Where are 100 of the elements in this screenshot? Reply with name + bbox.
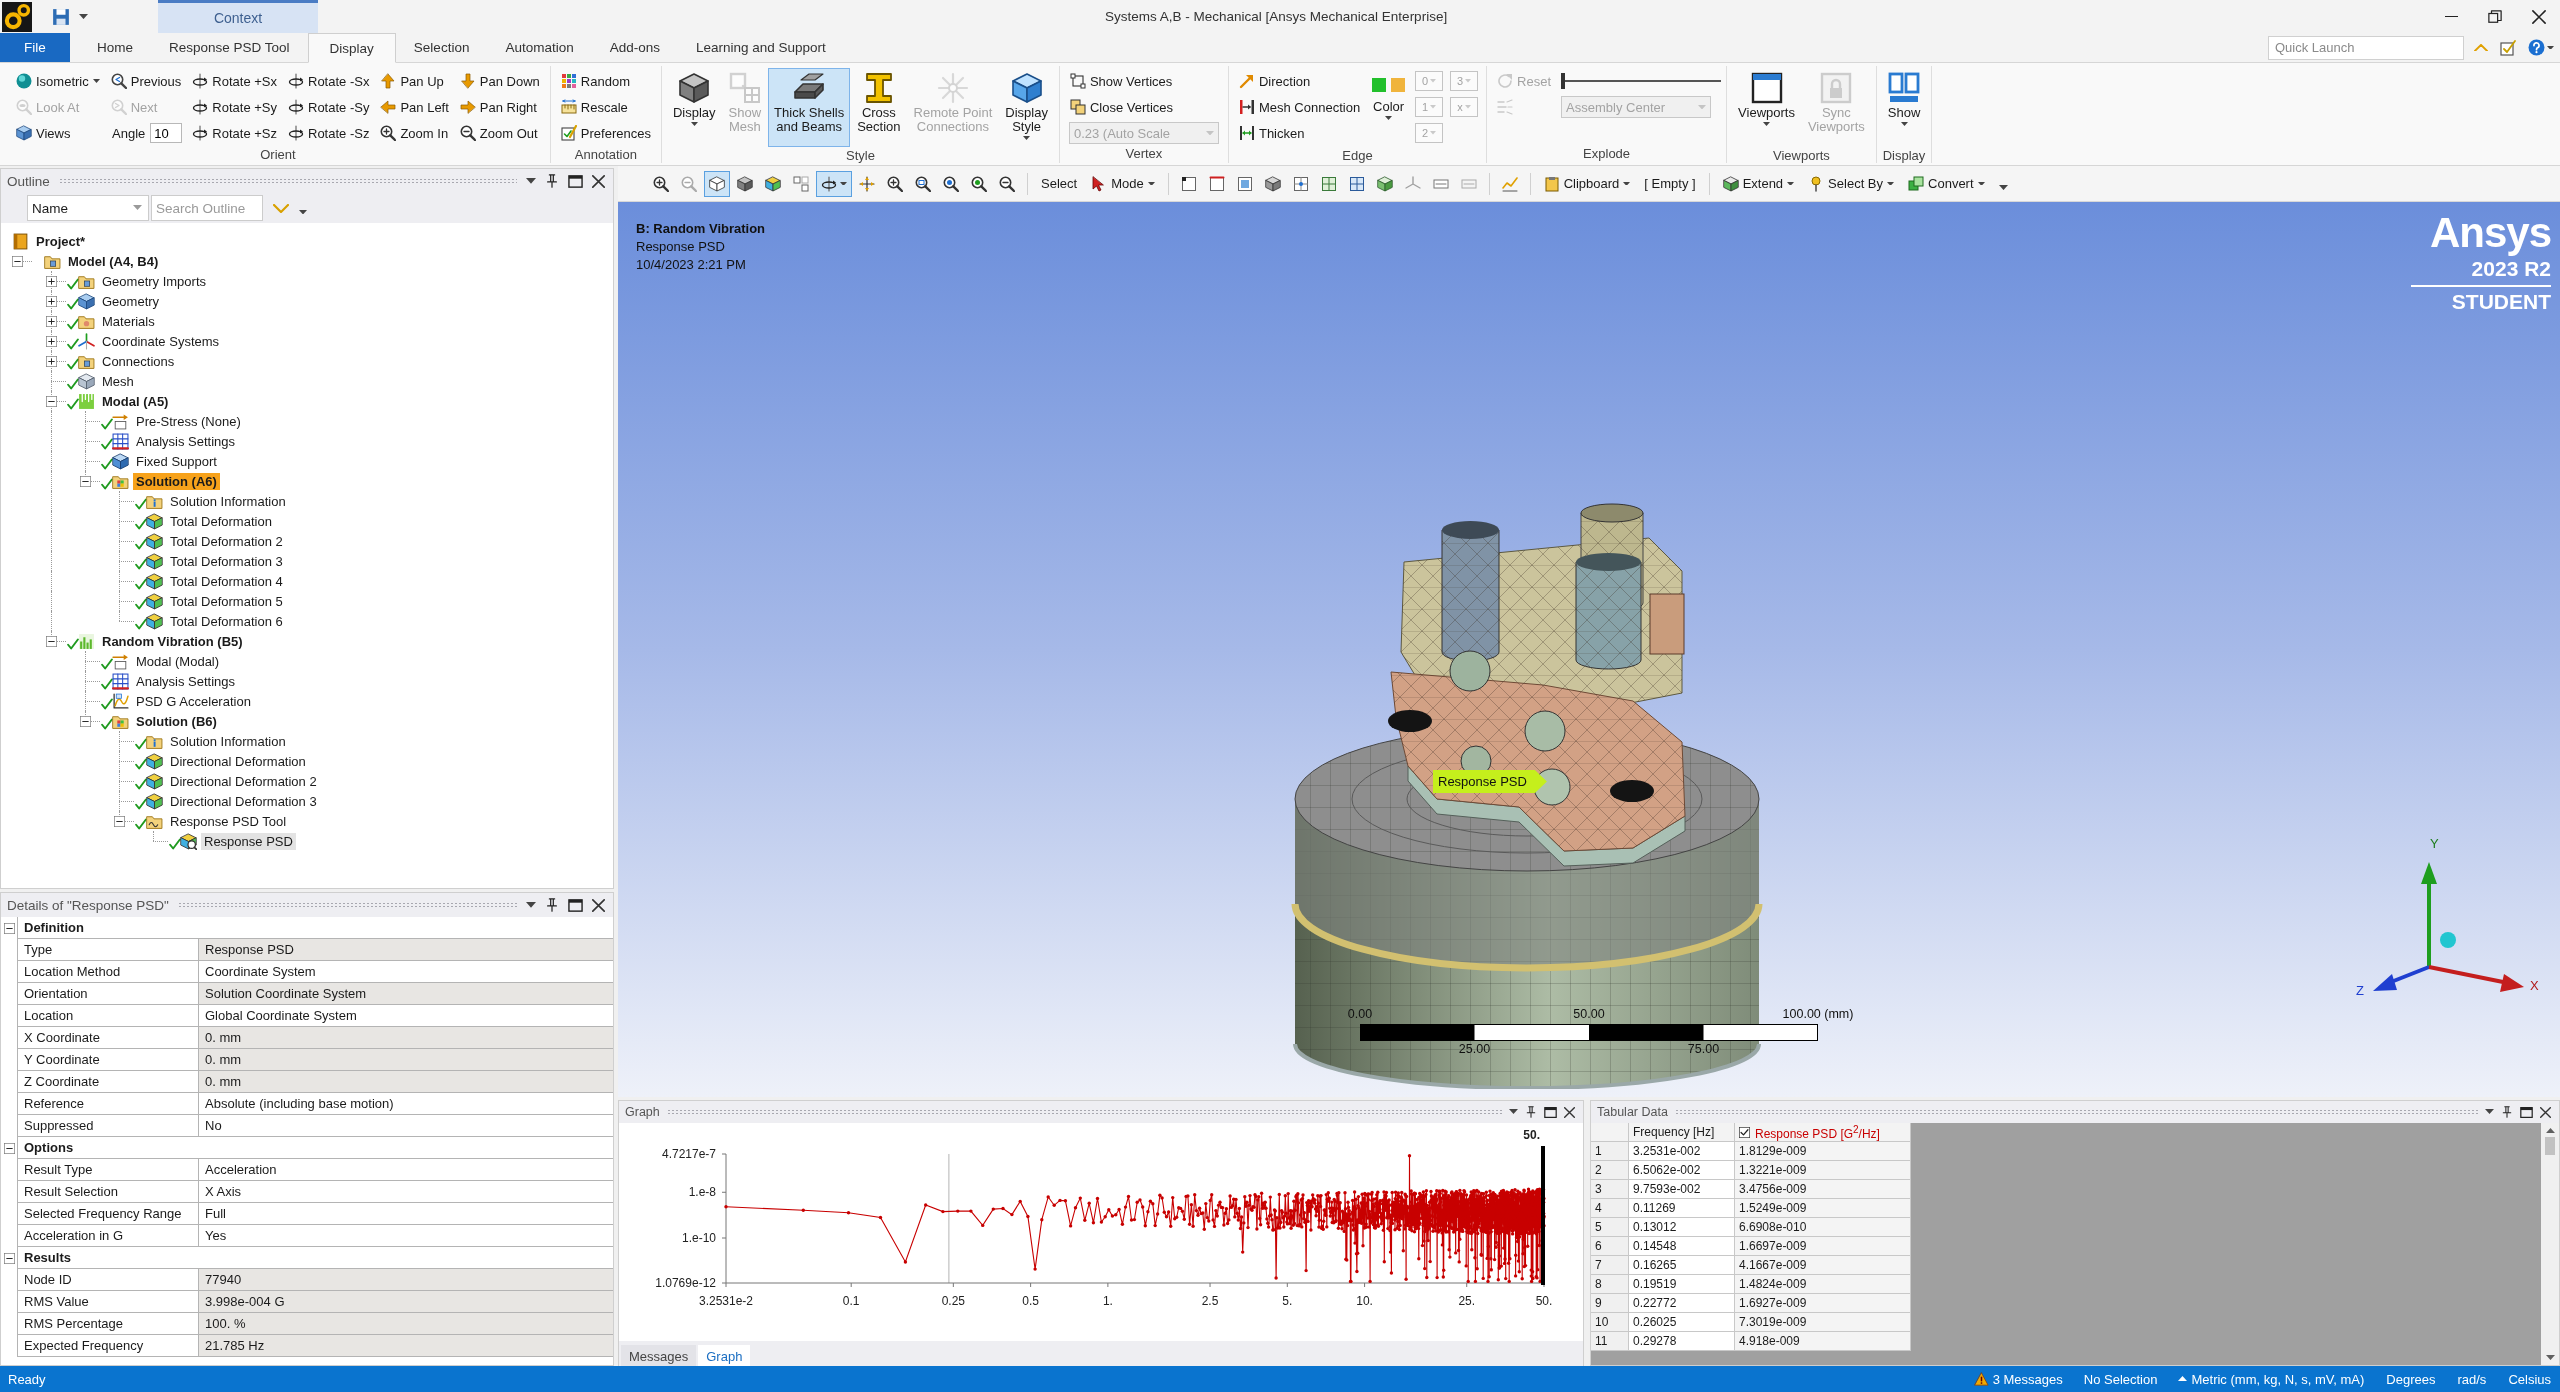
collapse-icon[interactable] bbox=[3, 1142, 15, 1154]
caret-down-icon[interactable] bbox=[299, 209, 307, 215]
caret-down-icon[interactable] bbox=[1998, 184, 2008, 190]
expand-icon[interactable] bbox=[46, 316, 57, 327]
tree-item[interactable]: Total Deformation 6 bbox=[167, 612, 286, 630]
toolbar-button[interactable] bbox=[816, 170, 852, 197]
close-icon[interactable] bbox=[1564, 1106, 1575, 1118]
checkbox-icon[interactable] bbox=[1739, 1126, 1750, 1138]
tree-item[interactable]: Directional Deformation bbox=[167, 752, 309, 770]
close-icon[interactable] bbox=[2540, 1106, 2551, 1118]
tree-item[interactable]: Directional Deformation 3 bbox=[167, 792, 320, 810]
panel-tab[interactable]: Messages bbox=[621, 1345, 697, 1367]
ribbon-button[interactable]: Previous bbox=[105, 68, 187, 94]
tree-item[interactable]: Solution (B6) bbox=[133, 712, 220, 730]
tree-item[interactable]: Total Deformation 4 bbox=[167, 572, 286, 590]
tree-item[interactable]: Mesh bbox=[99, 372, 137, 390]
column-header[interactable]: Response PSD [G$^{2}$/Hz] bbox=[1735, 1123, 1911, 1142]
select-button[interactable]: Select bbox=[1035, 170, 1084, 197]
collapse-icon[interactable] bbox=[3, 922, 15, 934]
collapse-icon[interactable] bbox=[46, 636, 57, 647]
tree-item[interactable]: Coordinate Systems bbox=[99, 332, 223, 350]
expand-icon[interactable] bbox=[46, 296, 57, 307]
help-icon[interactable] bbox=[2528, 39, 2545, 56]
collapse-icon[interactable] bbox=[80, 716, 91, 727]
ribbon-button[interactable]: Show bbox=[1881, 68, 1927, 147]
maximize-icon[interactable] bbox=[568, 173, 583, 189]
ribbon-button[interactable]: Mesh Connection bbox=[1233, 94, 1366, 120]
file-menu-tab[interactable]: File bbox=[0, 33, 70, 62]
tree-item[interactable]: Project* bbox=[33, 232, 89, 250]
ribbon-button[interactable]: Rotate -Sz bbox=[283, 120, 375, 146]
tree-item[interactable]: Response PSD bbox=[201, 832, 296, 850]
collapse-icon[interactable] bbox=[46, 396, 57, 407]
ribbon-button[interactable]: Random bbox=[555, 68, 656, 94]
tree-item[interactable]: Directional Deformation 2 bbox=[167, 772, 320, 790]
tree-item[interactable]: Analysis Settings bbox=[133, 432, 238, 450]
ribbon-tab[interactable]: Response PSD Tool bbox=[151, 33, 308, 62]
ribbon-button[interactable]: Display bbox=[666, 68, 722, 147]
tree-item[interactable]: Random Vibration (B5) bbox=[99, 632, 246, 650]
tree-item[interactable]: Solution (A6) bbox=[133, 472, 220, 490]
convert-button[interactable]: Convert bbox=[1902, 170, 1991, 197]
number-field[interactable]: 10 bbox=[150, 123, 183, 143]
close-icon[interactable] bbox=[592, 174, 605, 188]
expand-icon[interactable] bbox=[46, 336, 57, 347]
close-icon[interactable] bbox=[2532, 9, 2546, 24]
ribbon-button[interactable]: Viewports bbox=[1732, 68, 1801, 147]
collapse-icon[interactable] bbox=[80, 476, 91, 487]
ribbon-button[interactable]: Thicken bbox=[1233, 120, 1366, 146]
expand-icon[interactable] bbox=[46, 356, 57, 367]
temperature-unit-button[interactable]: Celsius bbox=[2507, 1370, 2552, 1388]
caret-down-icon[interactable] bbox=[2485, 1109, 2494, 1115]
messages-button[interactable]: 3 Messages bbox=[1972, 1370, 2064, 1388]
maximize-icon[interactable] bbox=[2520, 1105, 2533, 1119]
ribbon-tab[interactable]: Automation bbox=[487, 33, 592, 62]
ribbon-tab[interactable]: Display bbox=[307, 33, 396, 63]
ribbon-button[interactable]: Pan Down bbox=[454, 68, 545, 94]
tree-item[interactable]: Solution Information bbox=[167, 732, 289, 750]
tree-item[interactable]: Total Deformation 2 bbox=[167, 532, 286, 550]
tree-item[interactable]: Modal (Modal) bbox=[133, 652, 223, 670]
caret-down-icon[interactable] bbox=[526, 178, 536, 184]
tree-item[interactable]: Pre-Stress (None) bbox=[133, 412, 244, 430]
tree-item[interactable]: Total Deformation 3 bbox=[167, 552, 286, 570]
3d-viewport[interactable]: B: Random Vibration Response PSD 10/4/2023 2:21 PM Ansys 2023 R2 STUDENT Response PSD 0.00 50.00 100.00 (mm) 25.00 75.00 Y Z X bbox=[618, 202, 2560, 1097]
search-field[interactable]: Search Outline bbox=[151, 195, 263, 221]
clipboard-button[interactable]: Clipboard bbox=[1537, 170, 1637, 197]
ribbon-button[interactable]: Rotate -Sx bbox=[283, 68, 375, 94]
ribbon-tab[interactable]: Add-ons bbox=[591, 33, 678, 62]
ribbon-tab[interactable]: Home bbox=[79, 33, 151, 62]
property-value[interactable]: Absolute (including base motion) bbox=[198, 1093, 613, 1115]
caret-down-icon[interactable] bbox=[2547, 45, 2554, 50]
ribbon-button[interactable]: Show Vertices bbox=[1064, 68, 1223, 94]
tree-item[interactable]: Materials bbox=[99, 312, 158, 330]
property-value[interactable]: X Axis bbox=[198, 1181, 613, 1203]
pin-icon[interactable] bbox=[545, 898, 559, 912]
property-value[interactable]: No bbox=[198, 1115, 613, 1137]
ribbon-button[interactable]: Views bbox=[11, 120, 105, 146]
close-icon[interactable] bbox=[592, 898, 605, 912]
expand-icon[interactable] bbox=[46, 276, 57, 287]
ribbon-button[interactable]: Rotate +Sy bbox=[187, 94, 282, 120]
ribbon-tab[interactable]: Selection bbox=[395, 33, 488, 62]
checkbox-icon[interactable] bbox=[2500, 39, 2516, 56]
mode-button[interactable]: Mode bbox=[1085, 170, 1161, 197]
filter-dropdown[interactable]: Name bbox=[27, 195, 149, 221]
scrollbar-thumb[interactable] bbox=[2545, 1137, 2555, 1156]
ribbon-button[interactable]: Pan Right bbox=[454, 94, 545, 120]
collapse-icon[interactable] bbox=[12, 256, 23, 267]
unit-system-button[interactable]: Metric (mm, kg, N, s, mV, mA) bbox=[2177, 1370, 2366, 1388]
caret-down-icon[interactable] bbox=[79, 13, 88, 19]
ribbon-button[interactable]: Direction bbox=[1233, 68, 1366, 94]
ribbon-button[interactable]: Thick Shells and Beams bbox=[768, 68, 851, 147]
ribbon-button[interactable]: Pan Left bbox=[375, 94, 454, 120]
ribbon-button[interactable]: Rescale bbox=[555, 94, 656, 120]
ribbon-tab[interactable]: Learning and Support bbox=[678, 33, 844, 62]
minimize-icon[interactable] bbox=[2445, 15, 2458, 18]
ribbon-button[interactable]: Pan Up bbox=[375, 68, 454, 94]
collapse-icon[interactable] bbox=[3, 1252, 15, 1264]
slider-thumb[interactable] bbox=[1561, 73, 1566, 89]
column-header[interactable]: Frequency [Hz] bbox=[1629, 1123, 1735, 1142]
maximize-icon[interactable] bbox=[1544, 1105, 1557, 1119]
tree-item[interactable]: Total Deformation 5 bbox=[167, 592, 286, 610]
pin-icon[interactable] bbox=[545, 174, 559, 188]
